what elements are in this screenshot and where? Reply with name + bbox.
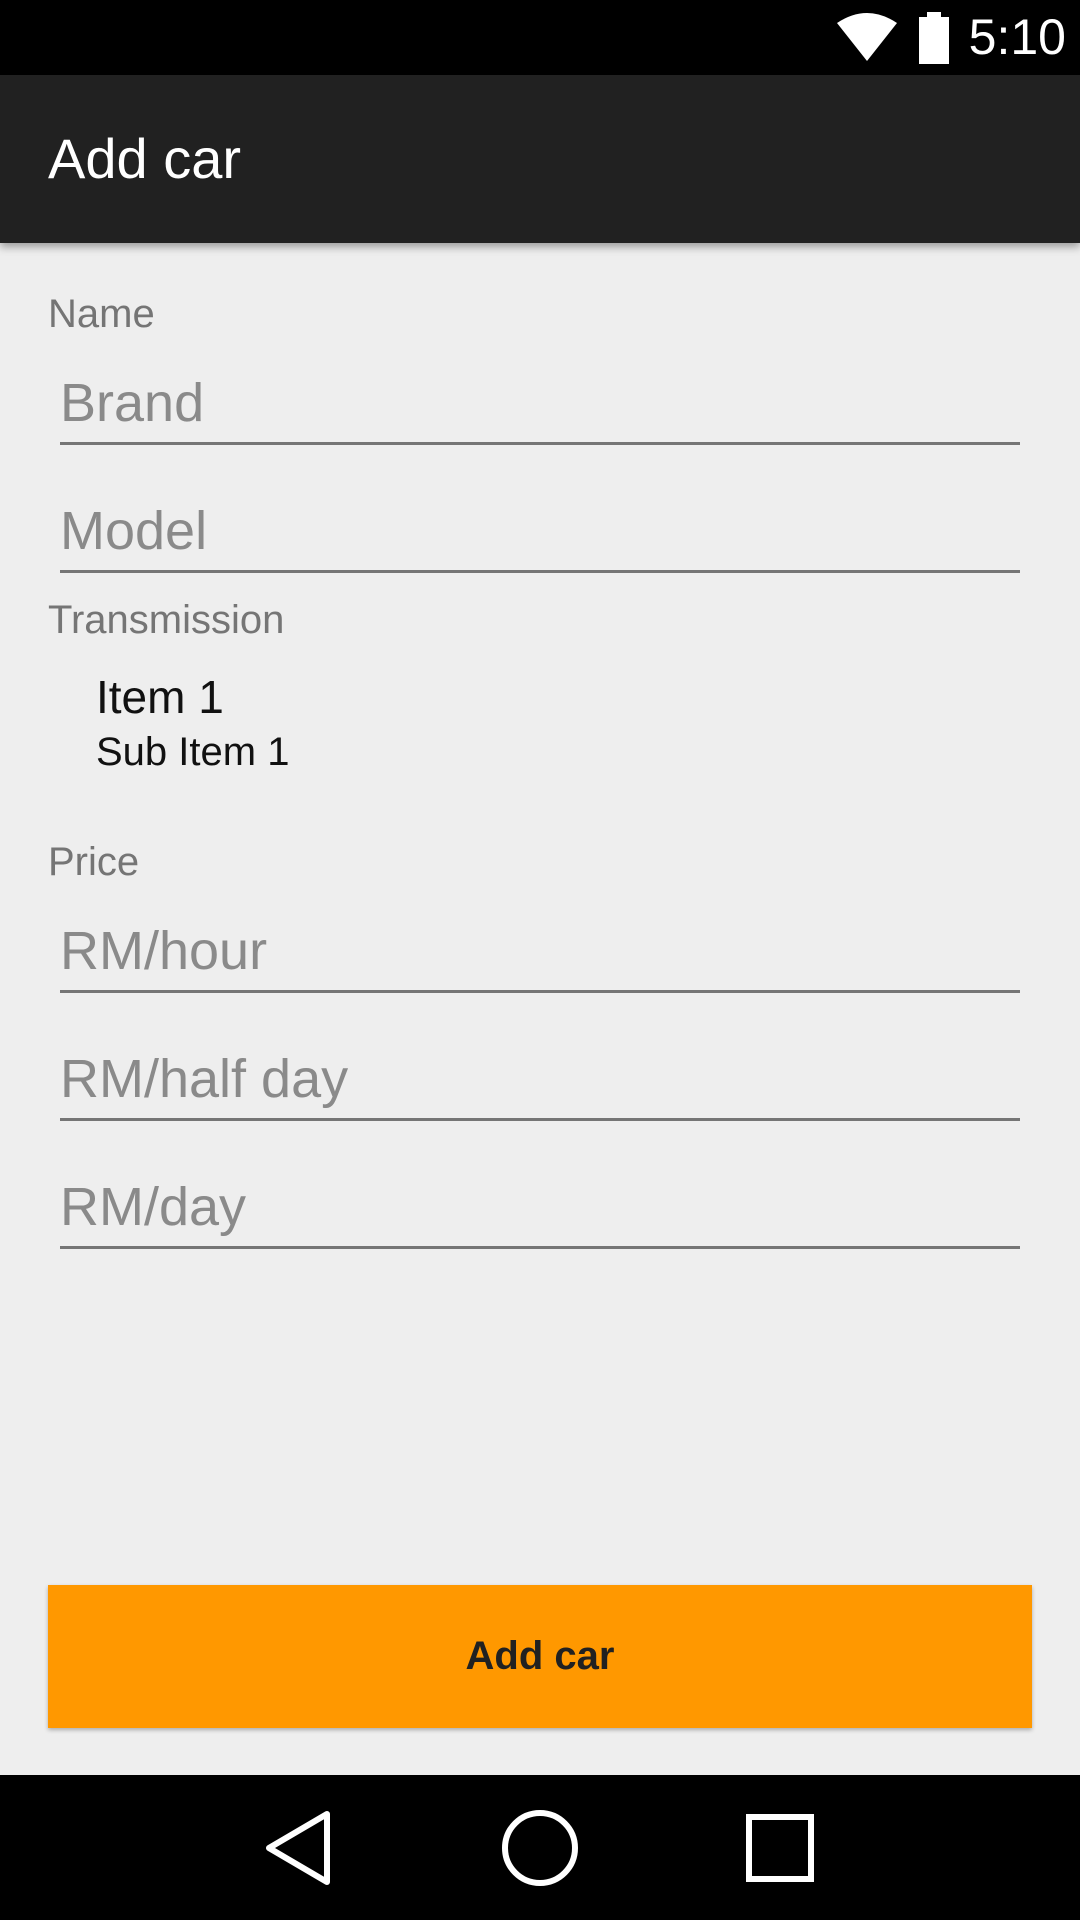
status-icons: 5:10 [835, 0, 1066, 75]
transmission-spinner[interactable]: Item 1 Sub Item 1 [48, 660, 1032, 790]
home-button[interactable] [460, 1775, 620, 1920]
wifi-icon [836, 12, 897, 61]
page-title: Add car [48, 127, 241, 190]
navigation-bar [0, 1775, 1080, 1920]
home-icon [502, 1809, 578, 1886]
price-section-label: Price [48, 840, 140, 884]
battery-icon [918, 11, 949, 64]
recents-icon [746, 1813, 814, 1882]
add-car-button[interactable]: Add car [48, 1585, 1032, 1728]
model-field[interactable] [60, 473, 1020, 573]
model-input[interactable] [60, 500, 1020, 562]
spinner-item-title: Item 1 [96, 671, 224, 723]
brand-input[interactable] [60, 372, 1020, 434]
transmission-section-label: Transmission [48, 598, 285, 642]
status-time: 5:10 [968, 9, 1066, 65]
price-half-day-field[interactable] [60, 1021, 1020, 1121]
app-bar: Add car [0, 75, 1080, 243]
price-day-field[interactable] [60, 1149, 1020, 1249]
name-section-label: Name [48, 292, 155, 336]
price-half-day-input[interactable] [60, 1048, 1020, 1110]
price-day-input[interactable] [60, 1176, 1020, 1238]
spinner-item-subtitle: Sub Item 1 [96, 730, 290, 774]
back-icon [266, 1810, 330, 1885]
brand-field[interactable] [60, 345, 1020, 445]
back-button[interactable] [218, 1775, 378, 1920]
status-bar: 5:10 [0, 0, 1080, 75]
price-hour-field[interactable] [60, 893, 1020, 993]
recents-button[interactable] [700, 1775, 860, 1920]
price-hour-input[interactable] [60, 920, 1020, 982]
